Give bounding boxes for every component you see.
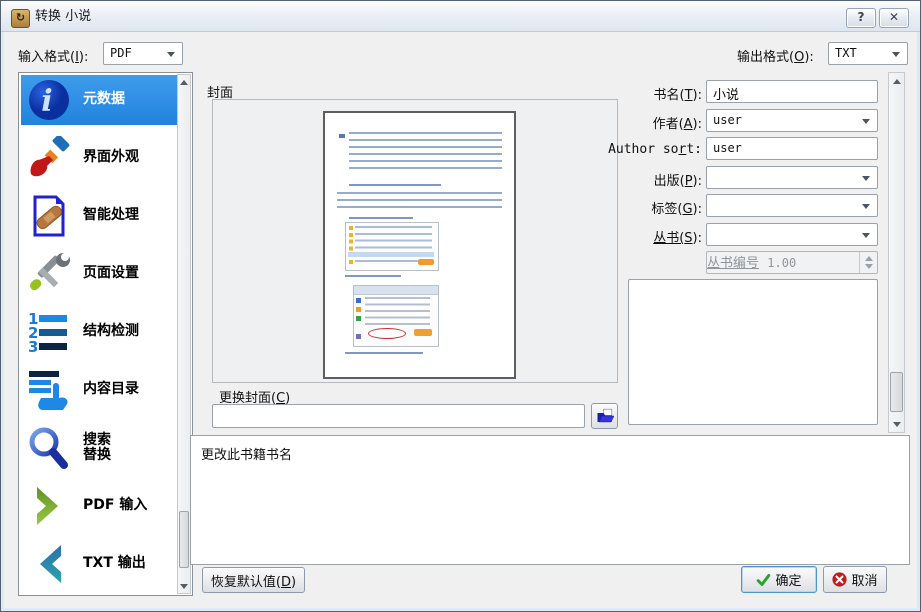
metadata-scrollbar-thumb[interactable] (890, 372, 903, 412)
titlebar: ↻ 转换 小说 (1, 1, 920, 32)
sidebar-item-search-replace[interactable]: 搜索 替换 (21, 423, 177, 473)
author-sort-value: user (713, 141, 742, 155)
cover-path-input[interactable] (212, 404, 585, 428)
cover-preview-line (349, 217, 413, 219)
sidebar-item-metadata[interactable]: i 元数据 (21, 75, 177, 125)
comments-textarea[interactable] (628, 279, 878, 425)
sidebar-item-heuristic-processing[interactable]: 智能处理 (21, 191, 177, 241)
title-input[interactable]: 小说 (706, 80, 878, 103)
cover-preview-bullet (339, 134, 345, 138)
scroll-up-icon[interactable] (889, 73, 904, 89)
scroll-down-icon[interactable] (889, 416, 904, 432)
sidebar-item-structure-detection[interactable]: 1 2 3 结构检测 (21, 307, 177, 357)
scroll-down-icon[interactable] (178, 579, 190, 593)
authors-combobox[interactable]: user (706, 109, 878, 132)
browse-cover-button[interactable] (591, 403, 618, 429)
spin-up-icon[interactable] (864, 256, 873, 261)
input-format-value: PDF (110, 46, 132, 60)
ok-button[interactable]: 确定 (741, 566, 817, 593)
tools-icon (30, 253, 70, 291)
publisher-label: 出版(P): (653, 174, 702, 189)
series-number-label: 丛书编号 (707, 256, 760, 271)
svg-text:i: i (41, 84, 52, 119)
cover-preview-paragraph (349, 132, 502, 173)
cover-preview-paragraph (337, 192, 502, 209)
option-help-text: 更改此书籍书名 (201, 448, 293, 463)
sidebar-scrollbar[interactable] (177, 74, 191, 594)
sidebar-item-pdf-input[interactable]: PDF 输入 (21, 481, 177, 531)
cover-preview-file-list (345, 222, 439, 271)
convert-book-icon: ↻ (11, 9, 30, 28)
spinner-buttons[interactable] (859, 252, 877, 273)
paintbrush-icon (30, 136, 70, 177)
output-format-select[interactable]: TXT (828, 42, 908, 65)
chevron-right-icon (37, 487, 58, 525)
svg-text:3: 3 (28, 338, 38, 354)
author-sort-input[interactable]: user (706, 137, 878, 160)
chevron-down-icon (892, 52, 900, 57)
magnifier-icon (29, 427, 68, 469)
cancel-x-icon (832, 572, 848, 587)
toc-hand-icon (29, 371, 68, 410)
open-folder-icon (597, 408, 614, 423)
document-bandaid-icon (33, 195, 65, 237)
series-label: 丛书(S): (653, 231, 702, 246)
close-button[interactable]: ✕ (879, 8, 909, 28)
conversion-sections-list: i 元数据 界面外观 智能处理 页面设置 1 2 3 结构检测 内容目录 搜索 … (18, 72, 193, 596)
chevron-down-icon (862, 119, 870, 124)
tags-label: 标签(G): (651, 202, 702, 217)
option-help-box: 更改此书籍书名 (190, 435, 910, 565)
cover-preview-caption (345, 352, 423, 354)
restore-defaults-button[interactable]: 恢复默认值(D) (202, 567, 305, 593)
sidebar-item-txt-output[interactable]: TXT 输出 (21, 539, 177, 589)
authors-label: 作者(A): (652, 117, 702, 132)
chevron-down-icon (167, 52, 175, 57)
title-value: 小说 (713, 88, 740, 103)
check-icon (757, 573, 771, 586)
tags-combobox[interactable] (706, 194, 878, 217)
cover-preview-line (349, 184, 441, 186)
title-label: 书名(T): (653, 88, 702, 103)
sidebar-item-look-and-feel[interactable]: 界面外观 (21, 133, 177, 183)
input-format-label: 输入格式(I): (18, 50, 89, 65)
cover-preview-line (345, 275, 401, 277)
chevron-down-icon (862, 233, 870, 238)
scroll-up-icon[interactable] (178, 75, 190, 89)
series-number-spinner[interactable]: 丛书编号 1.00 (706, 251, 878, 274)
window-title: 转换 小说 (35, 9, 92, 24)
series-combobox[interactable] (706, 223, 878, 246)
metadata-info-icon: i (29, 80, 69, 120)
sidebar-item-page-setup[interactable]: 页面设置 (21, 249, 177, 299)
cover-preview (323, 111, 516, 379)
cancel-button[interactable]: 取消 (823, 566, 887, 593)
help-button[interactable]: ? (846, 8, 876, 28)
chevron-left-icon (40, 545, 61, 583)
spin-down-icon[interactable] (864, 264, 873, 269)
numbered-list-icon: 1 2 3 (28, 310, 67, 354)
sidebar-item-table-of-contents[interactable]: 内容目录 (21, 365, 177, 415)
series-number-value: 1.00 (767, 256, 797, 270)
output-format-label: 输出格式(O): (737, 50, 814, 65)
output-format-value: TXT (835, 46, 857, 60)
cover-preview-menu-shot (353, 285, 439, 347)
publisher-combobox[interactable] (706, 166, 878, 189)
authors-value: user (713, 113, 742, 127)
chevron-down-icon (862, 204, 870, 209)
sidebar-scrollbar-thumb[interactable] (179, 511, 189, 568)
author-sort-label: Author sort: (608, 142, 702, 157)
input-format-select[interactable]: PDF (103, 42, 183, 65)
chevron-down-icon (862, 176, 870, 181)
metadata-panel-scrollbar[interactable] (888, 72, 905, 433)
